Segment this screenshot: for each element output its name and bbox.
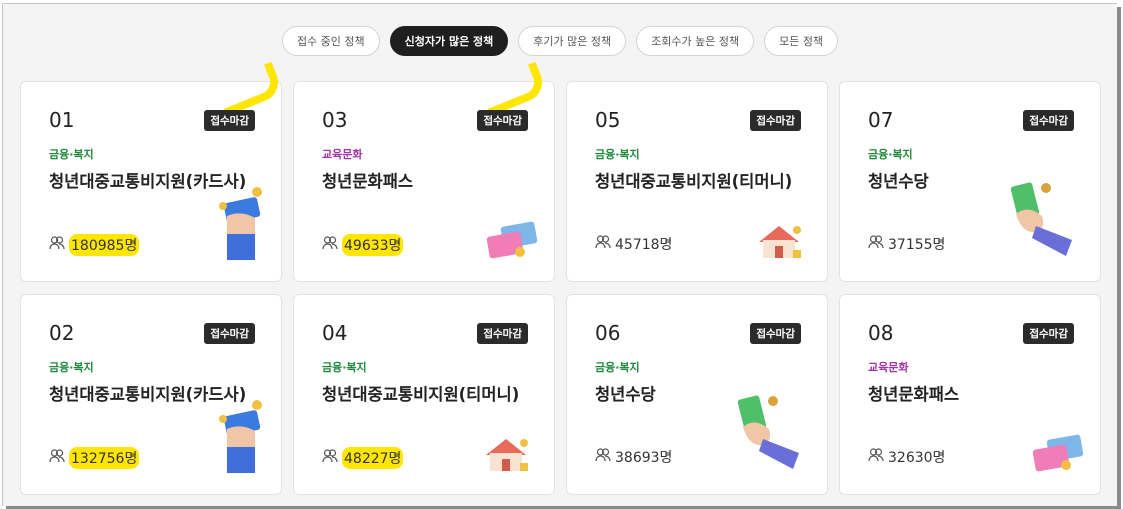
users-icon bbox=[868, 235, 884, 253]
policy-card-06[interactable]: 06 접수마감 금융·복지 청년수당 38693명 bbox=[566, 294, 828, 495]
rank-number: 07 bbox=[868, 108, 894, 132]
applicant-count-value: 180985명 bbox=[69, 234, 140, 256]
policy-title: 청년문화패스 bbox=[868, 385, 960, 404]
policy-title: 청년대중교통비지원(티머니) bbox=[595, 172, 793, 191]
tab-most-reviews[interactable]: 후기가 많은 정책 bbox=[518, 26, 627, 56]
category-label: 교육문화 bbox=[322, 148, 363, 161]
filter-tabs: 접수 중인 정책 신청자가 많은 정책 후기가 많은 정책 조회수가 높은 정책… bbox=[3, 26, 1117, 56]
status-badge: 접수마감 bbox=[1023, 323, 1074, 344]
status-badge: 접수마감 bbox=[477, 110, 528, 131]
category-label: 금융·복지 bbox=[595, 361, 640, 374]
status-badge: 접수마감 bbox=[204, 110, 255, 131]
policy-title: 청년수당 bbox=[595, 385, 656, 404]
policy-card-04[interactable]: 04 접수마감 금융·복지 청년대중교통비지원(티머니) 48227명 bbox=[293, 294, 555, 495]
tab-most-views[interactable]: 조회수가 높은 정책 bbox=[636, 26, 755, 56]
applicant-count-value: 37155명 bbox=[888, 237, 946, 253]
category-label: 금융·복지 bbox=[595, 148, 640, 161]
category-label: 금융·복지 bbox=[868, 148, 913, 161]
rank-number: 06 bbox=[595, 321, 621, 345]
rank-number: 01 bbox=[49, 108, 75, 132]
hand-money-icon bbox=[1006, 178, 1080, 264]
rank-number: 03 bbox=[322, 108, 348, 132]
category-label: 금융·복지 bbox=[49, 148, 94, 161]
house-icon bbox=[480, 435, 532, 479]
hand-card-icon bbox=[213, 399, 269, 479]
policy-card-02[interactable]: 02 접수마감 금융·복지 청년대중교통비지원(카드사) 132756명 bbox=[20, 294, 282, 495]
rank-number: 04 bbox=[322, 321, 348, 345]
status-badge: 접수마감 bbox=[204, 323, 255, 344]
policy-card-01[interactable]: 01 접수마감 금융·복지 청년대중교통비지원(카드사) 180985명 bbox=[20, 61, 285, 282]
tab-all-policies[interactable]: 모든 정책 bbox=[764, 26, 839, 56]
rank-number: 08 bbox=[868, 321, 894, 345]
category-label: 금융·복지 bbox=[49, 361, 94, 374]
applicant-count: 49633명 bbox=[322, 234, 404, 256]
credit-cards-icon bbox=[484, 220, 540, 268]
applicant-count-value: 48227명 bbox=[342, 447, 404, 469]
rank-number: 02 bbox=[49, 321, 75, 345]
applicant-count-value: 32630명 bbox=[888, 450, 946, 466]
policy-card-05[interactable]: 05 접수마감 금융·복지 청년대중교통비지원(티머니) 45718명 bbox=[566, 81, 828, 282]
policy-card-03[interactable]: 03 접수마감 교육문화 청년문화패스 49633명 bbox=[293, 61, 555, 282]
credit-cards-icon bbox=[1030, 433, 1086, 481]
users-icon bbox=[595, 448, 611, 466]
users-icon bbox=[49, 236, 65, 254]
policy-ranking-panel: 접수 중인 정책 신청자가 많은 정책 후기가 많은 정책 조회수가 높은 정책… bbox=[2, 3, 1117, 506]
status-badge: 접수마감 bbox=[477, 323, 528, 344]
applicant-count: 45718명 bbox=[595, 234, 672, 254]
applicant-count-value: 132756명 bbox=[69, 447, 140, 469]
policy-title: 청년수당 bbox=[868, 172, 929, 191]
users-icon bbox=[595, 235, 611, 253]
house-icon bbox=[753, 222, 805, 266]
category-label: 금융·복지 bbox=[322, 361, 367, 374]
users-icon bbox=[868, 448, 884, 466]
highlight-check-mark bbox=[477, 61, 549, 117]
category-label: 교육문화 bbox=[868, 361, 909, 374]
policy-card-08[interactable]: 08 접수마감 교육문화 청년문화패스 32630명 bbox=[839, 294, 1101, 495]
users-icon bbox=[322, 449, 338, 467]
rank-number: 05 bbox=[595, 108, 621, 132]
policy-title: 청년문화패스 bbox=[322, 172, 414, 191]
applicant-count-value: 49633명 bbox=[342, 234, 404, 256]
tab-most-applicants[interactable]: 신청자가 많은 정책 bbox=[389, 26, 509, 56]
applicant-count: 48227명 bbox=[322, 447, 404, 469]
status-badge: 접수마감 bbox=[1023, 110, 1074, 131]
hand-money-icon bbox=[733, 391, 807, 477]
users-icon bbox=[49, 449, 65, 467]
applicant-count: 37155명 bbox=[868, 234, 945, 254]
applicant-count: 180985명 bbox=[49, 234, 140, 256]
policy-card-07[interactable]: 07 접수마감 금융·복지 청년수당 37155명 bbox=[839, 81, 1101, 282]
policy-title: 청년대중교통비지원(티머니) bbox=[322, 385, 520, 404]
status-badge: 접수마감 bbox=[750, 110, 801, 131]
applicant-count-value: 38693명 bbox=[615, 450, 673, 466]
applicant-count-value: 45718명 bbox=[615, 237, 673, 253]
applicant-count: 38693명 bbox=[595, 447, 672, 467]
users-icon bbox=[322, 236, 338, 254]
hand-card-icon bbox=[213, 186, 269, 266]
tab-accepting[interactable]: 접수 중인 정책 bbox=[281, 26, 380, 56]
highlight-check-mark bbox=[213, 61, 285, 117]
applicant-count: 32630명 bbox=[868, 447, 945, 467]
status-badge: 접수마감 bbox=[750, 323, 801, 344]
applicant-count: 132756명 bbox=[49, 447, 140, 469]
